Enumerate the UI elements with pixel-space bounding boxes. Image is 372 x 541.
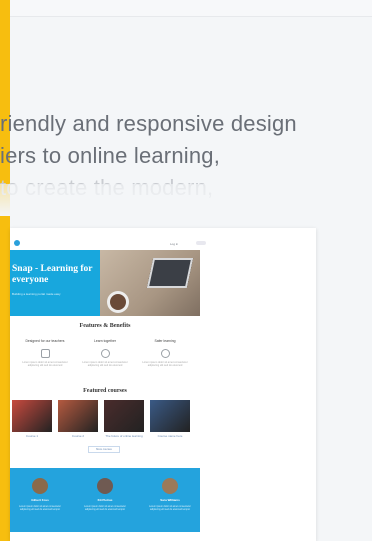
course-label[interactable]: Course 1 (12, 434, 52, 438)
accent-bar (0, 0, 10, 541)
coffee-image (110, 294, 126, 310)
course-thumbnail[interactable] (104, 400, 144, 432)
course-label[interactable]: Course name here (150, 434, 190, 438)
fade-overlay (0, 184, 372, 216)
avatar (162, 478, 178, 494)
course-thumbnail[interactable] (12, 400, 52, 432)
top-bar (0, 0, 372, 17)
people-icon (100, 349, 110, 358)
testimonial-name: Sara Williams (160, 498, 180, 502)
more-courses-button[interactable]: More courses (88, 446, 120, 453)
feature-item: Learn together Lorem ipsum dolor sit ame… (76, 339, 134, 367)
features-title: Features & Benefits (79, 323, 131, 329)
course-label[interactable]: Course 2 (58, 434, 98, 438)
laptop-image (146, 258, 194, 288)
nav-login-link[interactable]: Log in (170, 242, 178, 246)
testimonial-name: Kit Pietras (97, 498, 113, 502)
feature-name: Designed for our teachers (25, 339, 65, 343)
course-label[interactable]: The future of online learning (104, 434, 144, 438)
hero-title: Snap - Learning for everyone (12, 264, 93, 285)
feature-item: Designed for our teachers Lorem ipsum do… (16, 339, 74, 367)
feature-name: Learn together (93, 339, 117, 343)
logo-icon (14, 240, 20, 246)
course-thumbnail[interactable] (150, 400, 190, 432)
hero-subtitle: Building a learning portal made easy (12, 292, 61, 296)
testimonial-quote: Lorem ipsum dolor sit amet consectetur a… (149, 505, 191, 511)
intro-line-1: riendly and responsive design (0, 111, 297, 136)
feature-desc: Lorem ipsum dolor sit amet consectetur a… (142, 361, 188, 368)
intro-line-2: iers to online learning, (0, 143, 221, 168)
feature-desc: Lorem ipsum dolor sit amet consectetur a… (22, 361, 68, 368)
feature-name: Safer learning (154, 339, 176, 343)
testimonial-quote: Lorem ipsum dolor sit amet consectetur a… (19, 505, 61, 511)
testimonial-quote: Lorem ipsum dolor sit amet consectetur a… (84, 505, 126, 511)
course-thumbnail[interactable] (58, 400, 98, 432)
avatar (97, 478, 113, 494)
avatar (32, 478, 48, 494)
nav-button[interactable] (196, 241, 206, 245)
testimonial-name: Gilbert Foss (31, 498, 49, 502)
shield-icon (160, 349, 170, 358)
feature-item: Safer learning Lorem ipsum dolor sit ame… (136, 339, 194, 367)
site-preview-card: Log in Snap - Learning for everyone Buil… (10, 228, 316, 541)
book-icon (40, 349, 50, 358)
courses-title: Featured courses (83, 388, 127, 394)
feature-desc: Lorem ipsum dolor sit amet consectetur a… (82, 361, 128, 368)
